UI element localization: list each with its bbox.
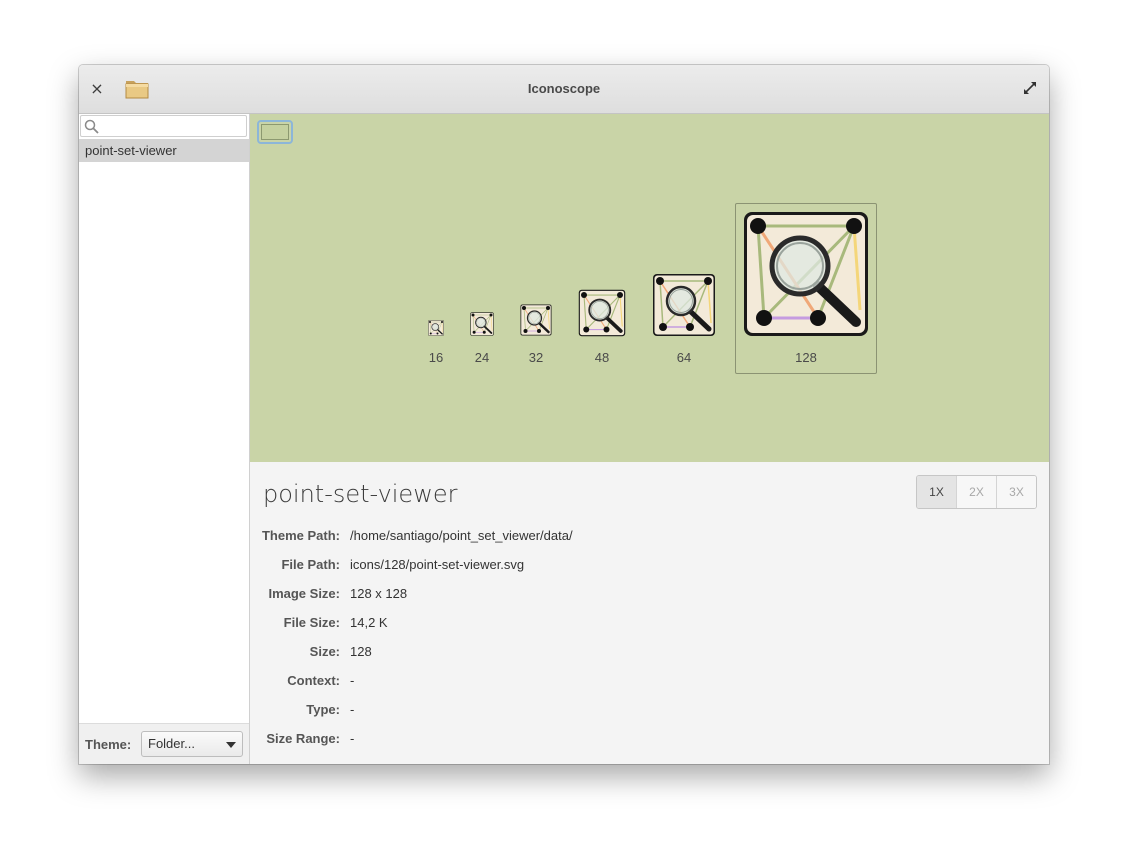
scale-button-3x[interactable]: 3X xyxy=(996,476,1036,508)
search-box[interactable] xyxy=(80,115,247,137)
title-bar: × Iconoscope xyxy=(79,65,1049,114)
property-key: Image Size: xyxy=(268,586,340,601)
property-value: /home/santiago/point_set_viewer/data/ xyxy=(350,528,573,543)
point-set-viewer-icon xyxy=(428,320,444,336)
point-set-viewer-icon xyxy=(470,312,494,336)
search-icon xyxy=(84,119,99,134)
property-value: icons/128/point-set-viewer.svg xyxy=(350,557,525,572)
icon-preview-area: 16 24 32 48 64 128 xyxy=(250,114,1049,462)
property-key: Type: xyxy=(306,702,340,717)
scale-button-2x[interactable]: 2X xyxy=(956,476,996,508)
point-set-viewer-icon xyxy=(520,304,552,336)
property-value: - xyxy=(350,731,355,746)
size-label: 16 xyxy=(428,350,444,365)
size-label: 48 xyxy=(594,350,610,365)
list-item-point-set-viewer[interactable]: point-set-viewer xyxy=(79,139,249,162)
sidebar: point-set-viewer Theme: Folder... xyxy=(79,114,250,764)
size-cell-16[interactable]: 16 xyxy=(428,320,444,365)
background-color-swatch xyxy=(261,124,289,140)
point-set-viewer-icon xyxy=(742,210,870,338)
property-value: 128 x 128 xyxy=(350,586,408,601)
size-cell-128[interactable]: 128 xyxy=(735,203,877,374)
property-key: File Path: xyxy=(281,557,340,572)
size-cell-48[interactable]: 48 xyxy=(578,289,626,365)
scale-button-1x[interactable]: 1X xyxy=(917,476,956,508)
theme-select-value: Folder... xyxy=(148,736,195,751)
property-key: Size Range: xyxy=(266,731,340,746)
size-label: 128 xyxy=(795,350,817,365)
property-value: 14,2 K xyxy=(350,615,388,630)
size-cell-24[interactable]: 24 xyxy=(470,312,494,365)
property-value: - xyxy=(350,673,355,688)
details-panel: point-set-viewer 1X 2X 3X Theme Path: /h… xyxy=(250,462,1049,764)
size-label: 64 xyxy=(676,350,692,365)
property-value: - xyxy=(350,702,355,717)
point-set-viewer-icon xyxy=(578,289,626,337)
search-input[interactable] xyxy=(103,117,247,137)
property-value: 128 xyxy=(350,644,372,659)
size-label: 24 xyxy=(474,350,490,365)
scale-toggle-group: 1X 2X 3X xyxy=(916,475,1037,509)
size-cell-64[interactable]: 64 xyxy=(652,273,716,365)
property-key: File Size: xyxy=(283,615,340,630)
size-label: 32 xyxy=(528,350,544,365)
point-set-viewer-icon xyxy=(652,273,716,337)
size-cell-32[interactable]: 32 xyxy=(520,304,552,365)
window-title: Iconoscope xyxy=(527,81,601,96)
app-window: × Iconoscope point-set-viewer Theme: Fol… xyxy=(79,65,1049,764)
background-color-button[interactable] xyxy=(257,120,293,144)
icon-name-heading: point-set-viewer xyxy=(263,480,458,508)
maximize-icon[interactable] xyxy=(1023,81,1039,97)
theme-label: Theme: xyxy=(85,737,132,752)
property-key: Theme Path: xyxy=(261,528,340,543)
property-key: Size: xyxy=(309,644,340,659)
property-key: Context: xyxy=(287,673,340,688)
